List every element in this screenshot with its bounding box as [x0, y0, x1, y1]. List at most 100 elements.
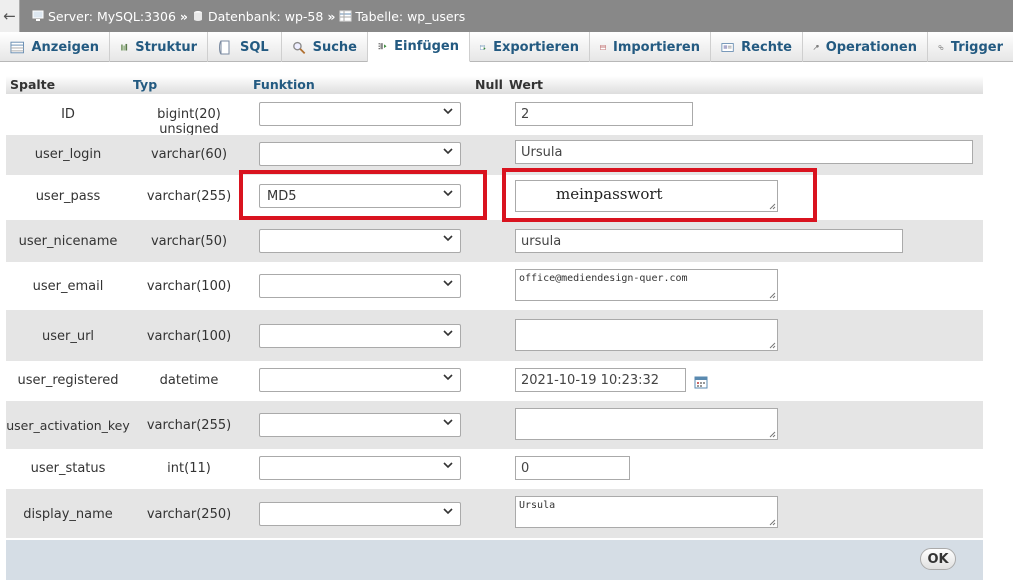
- value-textarea[interactable]: [515, 319, 778, 351]
- table-row: user_login varchar(60) Ursula: [6, 135, 983, 175]
- wrench-icon: [813, 44, 819, 50]
- tab-sql[interactable]: SQL: [208, 32, 282, 62]
- chevron-down-icon: [443, 235, 453, 242]
- column-name: user_registered: [17, 373, 119, 388]
- export-icon: [480, 44, 486, 50]
- chevron-down-icon: [443, 419, 453, 426]
- chevron-down-icon: [443, 374, 453, 381]
- column-type: varchar(50): [150, 234, 228, 249]
- column-type: varchar(100): [146, 279, 232, 294]
- chevron-down-icon: [443, 462, 453, 469]
- tab-label: Operationen: [825, 39, 917, 55]
- function-select[interactable]: [259, 142, 461, 166]
- email-value: office@mediendesign-quer.com: [519, 273, 688, 284]
- tab-struktur[interactable]: Struktur: [110, 32, 208, 62]
- table-row: user_url varchar(100): [6, 310, 983, 361]
- value-input[interactable]: 2: [515, 102, 693, 126]
- breadcrumb-table-label[interactable]: Tabelle: wp_users: [355, 9, 465, 24]
- breadcrumb-table[interactable]: Tabelle: wp_users: [339, 9, 465, 24]
- breadcrumb-server-label[interactable]: Server: MySQL:3306: [48, 9, 176, 24]
- column-type: varchar(255): [146, 418, 232, 433]
- function-select[interactable]: [259, 229, 461, 253]
- header-funktion[interactable]: Funktion: [253, 77, 315, 92]
- function-select[interactable]: [259, 502, 461, 526]
- tab-operationen[interactable]: Operationen: [803, 32, 928, 62]
- tab-label: Suche: [312, 39, 357, 55]
- header-null: Null: [475, 77, 503, 92]
- table-row: user_registered datetime 2021-10-19 10:2…: [6, 361, 983, 401]
- table-icon: [339, 10, 352, 22]
- tab-label: Importieren: [612, 39, 700, 55]
- search-icon: [293, 41, 306, 54]
- table-row: user_email varchar(100) office@mediendes…: [6, 262, 983, 310]
- database-icon: [193, 11, 202, 21]
- sql-icon: [219, 40, 230, 54]
- column-type: int(11): [167, 461, 211, 476]
- ok-button[interactable]: OK: [920, 548, 956, 570]
- value-input[interactable]: 0: [515, 456, 630, 480]
- tab-label: Exportieren: [493, 39, 579, 55]
- value-textarea[interactable]: Ursula: [515, 496, 778, 528]
- column-type: datetime: [159, 373, 219, 388]
- column-name: user_status: [30, 461, 106, 476]
- chevron-down-icon: [443, 148, 453, 155]
- value-input[interactable]: Ursula: [515, 140, 973, 164]
- column-name: user_email: [32, 279, 104, 294]
- tab-importieren[interactable]: Importieren: [590, 32, 711, 62]
- tab-anzeigen[interactable]: Anzeigen: [0, 32, 110, 62]
- breadcrumb-database[interactable]: Datenbank: wp-58: [192, 9, 323, 24]
- header-spalte: Spalte: [10, 77, 56, 92]
- function-select[interactable]: [259, 413, 461, 437]
- breadcrumb-database-label[interactable]: Datenbank: wp-58: [208, 9, 323, 24]
- highlight-password-value: [502, 168, 817, 222]
- tab-label: SQL: [240, 39, 269, 55]
- chevron-down-icon: [443, 108, 453, 115]
- header-wert: Wert: [509, 77, 543, 92]
- form-footer: OK: [6, 540, 983, 580]
- back-button[interactable]: ←: [0, 0, 20, 32]
- highlight-function-md5: [239, 170, 487, 220]
- breadcrumb: ← Server: MySQL:3306 » Datenbank: wp-58 …: [0, 0, 1013, 32]
- column-type: varchar(250): [146, 507, 232, 522]
- tab-label: Struktur: [135, 39, 197, 55]
- breadcrumb-server[interactable]: Server: MySQL:3306: [32, 9, 176, 24]
- chevron-down-icon: [443, 508, 453, 515]
- function-select[interactable]: [259, 102, 461, 126]
- resize-grip-icon[interactable]: [768, 341, 776, 349]
- resize-grip-icon[interactable]: [768, 291, 776, 299]
- calendar-icon[interactable]: [694, 375, 708, 389]
- trigger-icon: [938, 44, 944, 50]
- privileges-icon: [721, 42, 734, 52]
- tab-label: Anzeigen: [31, 39, 99, 55]
- table-row: user_status int(11) 0: [6, 449, 983, 489]
- column-name: user_login: [34, 147, 102, 162]
- header-typ[interactable]: Typ: [133, 77, 157, 92]
- tab-suche[interactable]: Suche: [282, 32, 368, 62]
- table-row: user_pass varchar(255) MD5 meinpasswort: [6, 175, 983, 220]
- tab-trigger[interactable]: Trigger: [928, 32, 1013, 62]
- column-name: user_activation_key: [6, 418, 130, 433]
- column-type: varchar(255): [146, 189, 232, 204]
- value-textarea[interactable]: office@mediendesign-quer.com: [515, 269, 778, 301]
- breadcrumb-separator: »: [327, 8, 336, 24]
- display-name-value: Ursula: [519, 500, 556, 511]
- function-select[interactable]: [259, 324, 461, 348]
- tab-rechte[interactable]: Rechte: [711, 32, 803, 62]
- table-row: user_activation_key varchar(255): [6, 401, 983, 449]
- import-icon: [600, 44, 606, 50]
- function-select[interactable]: [259, 456, 461, 480]
- back-arrow-icon: ←: [3, 7, 16, 25]
- resize-grip-icon[interactable]: [768, 518, 776, 526]
- datetime-input[interactable]: 2021-10-19 10:23:32: [515, 368, 686, 392]
- function-select[interactable]: [259, 368, 461, 392]
- value-input[interactable]: ursula: [515, 229, 903, 253]
- chevron-down-icon: [443, 280, 453, 287]
- tab-einfuegen[interactable]: Einfügen: [368, 32, 470, 62]
- function-select[interactable]: [259, 274, 461, 298]
- value-textarea[interactable]: [515, 408, 778, 440]
- resize-grip-icon[interactable]: [768, 430, 776, 438]
- table-row: user_nicename varchar(50) ursula: [6, 220, 983, 262]
- insert-icon: [378, 43, 387, 50]
- column-name: ID: [61, 107, 75, 122]
- tab-exportieren[interactable]: Exportieren: [470, 32, 590, 62]
